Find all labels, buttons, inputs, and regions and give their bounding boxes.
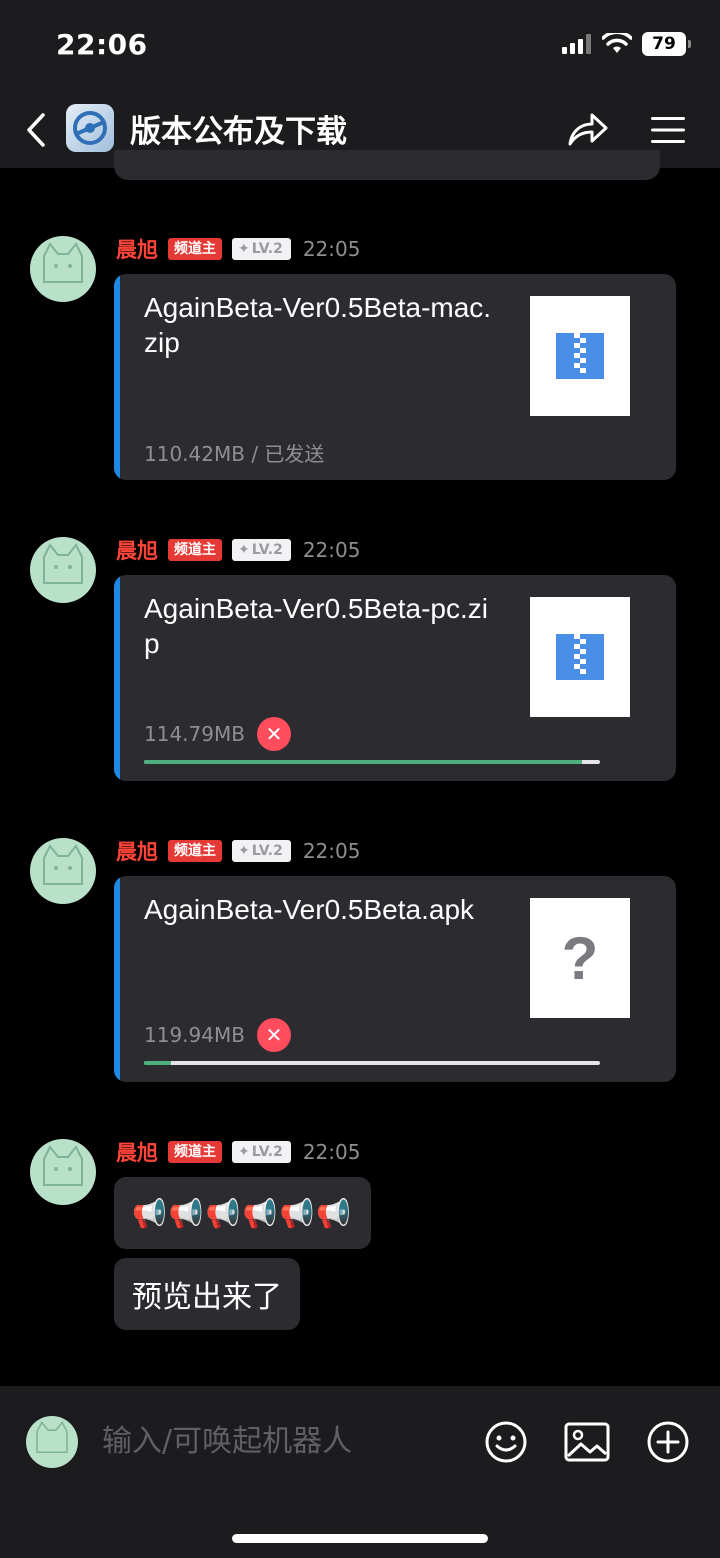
level-icon: ✦ [238,241,250,257]
image-icon [564,1422,610,1462]
cancel-download-button[interactable]: ✕ [256,717,291,751]
level-label: LV.2 [251,542,283,558]
message-meta: 晨旭 频道主 ✦ LV.2 22:05 [116,836,360,866]
message-time: 22:05 [302,237,361,261]
message-time: 22:05 [302,839,361,863]
cat-avatar-icon [43,543,83,584]
plus-circle-icon [647,1421,689,1463]
cat-avatar-icon [43,844,83,885]
message-input[interactable]: 输入/可唤起机器人 [102,1420,462,1464]
level-label: LV.2 [251,241,283,257]
add-button[interactable] [644,1418,692,1466]
message-time: 22:05 [302,1140,361,1164]
level-icon: ✦ [238,1144,250,1160]
file-size-row: 110.42MB / 已发送 [144,438,324,467]
share-button[interactable] [562,104,614,156]
file-name: AgainBeta-Ver0.5Beta-mac.zip [144,292,492,358]
file-status: / 已发送 [251,442,325,466]
file-card[interactable]: AgainBeta-Ver0.5Beta.apk ? 119.94MB ✕ [114,876,676,1082]
cat-avatar-icon [36,1420,68,1454]
status-icons: 79 [562,32,691,56]
file-name: AgainBeta-Ver0.5Beta-pc.zip [144,593,488,659]
level-badge: ✦ LV.2 [232,1141,291,1163]
level-label: LV.2 [251,1144,283,1160]
status-bar: 22:06 79 [0,0,720,92]
level-label: LV.2 [251,843,283,859]
file-size-row: 119.94MB ✕ [144,1018,291,1052]
role-badge: 频道主 [168,539,222,561]
message-bubble[interactable]: 📢📢📢📢📢📢 [114,1177,372,1249]
message-input-bar: 输入/可唤起机器人 [0,1386,720,1558]
channel-avatar[interactable] [66,104,114,152]
signal-icon [562,34,591,54]
user-avatar[interactable] [30,537,96,603]
username[interactable]: 晨旭 [116,234,158,264]
cat-avatar-icon [43,1145,83,1186]
file-card[interactable]: AgainBeta-Ver0.5Beta-mac.zip 110.42MB / … [114,274,676,480]
username[interactable]: 晨旭 [116,836,158,866]
role-badge: 频道主 [168,1141,222,1163]
home-indicator [232,1534,488,1543]
zip-file-icon [556,333,604,379]
battery-indicator: 79 [642,32,691,56]
download-progress [144,760,600,764]
user-avatar[interactable] [30,1139,96,1205]
file-card[interactable]: AgainBeta-Ver0.5Beta-pc.zip 114.79MB ✕ [114,575,676,781]
menu-button[interactable] [644,104,692,156]
close-icon: ✕ [265,722,283,746]
smiley-icon [485,1421,527,1463]
role-badge: 频道主 [168,238,222,260]
user-avatar[interactable] [30,236,96,302]
level-badge: ✦ LV.2 [232,539,291,561]
zip-file-icon [556,634,604,680]
file-size-row: 114.79MB ✕ [144,717,291,751]
level-badge: ✦ LV.2 [232,840,291,862]
file-name: AgainBeta-Ver0.5Beta.apk [144,894,475,925]
level-badge: ✦ LV.2 [232,238,291,260]
message-time: 22:05 [302,538,361,562]
level-icon: ✦ [238,843,250,859]
image-button[interactable] [563,1418,611,1466]
channel-title: 版本公布及下载 [130,114,347,150]
download-progress [144,1061,600,1065]
file-size: 119.94MB [144,1023,245,1047]
user-avatar[interactable] [30,838,96,904]
status-time: 22:06 [56,28,148,61]
file-thumbnail [530,597,630,717]
close-icon: ✕ [265,1023,283,1047]
file-thumbnail: ? [530,898,630,1018]
username[interactable]: 晨旭 [116,535,158,565]
message-meta: 晨旭 频道主 ✦ LV.2 22:05 [116,1137,360,1167]
cat-avatar-icon [43,242,83,283]
file-size: 114.79MB [144,722,245,746]
file-size: 110.42MB / 已发送 [144,442,325,466]
emoji-button[interactable] [482,1418,530,1466]
share-icon [568,113,608,146]
back-button[interactable] [16,108,56,152]
wifi-icon [602,33,632,53]
cancel-download-button[interactable]: ✕ [256,1018,291,1052]
hamburger-menu-icon [651,117,685,143]
progress-fill [144,1061,172,1065]
unknown-file-icon: ? [561,924,599,992]
file-thumbnail [530,296,630,416]
message-bubble[interactable]: 预览出来了 [114,1258,300,1330]
role-badge: 频道主 [168,840,222,862]
message-meta: 晨旭 频道主 ✦ LV.2 22:05 [116,535,360,565]
username[interactable]: 晨旭 [116,1137,158,1167]
previous-message-card [114,150,660,180]
my-avatar[interactable] [26,1416,78,1468]
chevron-left-icon [27,113,45,147]
progress-fill [144,760,582,764]
message-meta: 晨旭 频道主 ✦ LV.2 22:05 [116,234,360,264]
level-icon: ✦ [238,542,250,558]
channel-logo-icon [73,111,107,145]
